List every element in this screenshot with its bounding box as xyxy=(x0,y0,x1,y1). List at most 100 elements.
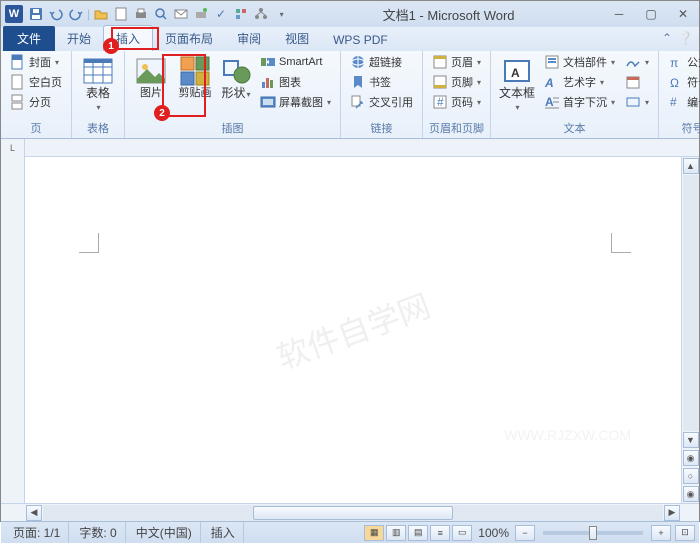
view-outline[interactable]: ≡ xyxy=(430,525,450,541)
screenshot-button[interactable]: 屏幕截图▾ xyxy=(257,93,334,111)
margin-corner-tr xyxy=(611,233,631,253)
qat-customize-icon[interactable]: ▾ xyxy=(272,5,290,23)
quickparts-icon xyxy=(544,54,560,70)
view-web[interactable]: ▤ xyxy=(408,525,428,541)
datetime-button[interactable] xyxy=(622,73,652,91)
new-icon[interactable] xyxy=(112,5,130,23)
scroll-down-button[interactable]: ▼ xyxy=(683,432,699,448)
quick-access-toolbar: | ✓ ▾ xyxy=(27,5,290,23)
tools-icon[interactable] xyxy=(232,5,250,23)
footer-button[interactable]: 页脚▾ xyxy=(429,73,484,91)
scroll-h-track[interactable] xyxy=(43,505,663,521)
status-mode[interactable]: 插入 xyxy=(203,522,244,543)
chart-button[interactable]: 图表 xyxy=(257,73,334,91)
svg-text:A: A xyxy=(544,76,554,90)
tab-review[interactable]: 审阅 xyxy=(225,26,273,51)
title-bar: W | ✓ ▾ 文档1 - Microsoft Word ─ ▢ ✕ xyxy=(1,1,699,27)
dropcap-button[interactable]: A首字下沉▾ xyxy=(541,93,618,111)
email-icon[interactable] xyxy=(172,5,190,23)
object-button[interactable]: ▾ xyxy=(622,93,652,111)
cover-page-button[interactable]: 封面▾ xyxy=(7,53,65,71)
svg-text:A: A xyxy=(545,95,554,109)
quickprint-icon[interactable] xyxy=(192,5,210,23)
ruler-vertical[interactable] xyxy=(1,157,25,503)
clipart-button[interactable]: 剪贴画 xyxy=(175,53,215,102)
svg-text:A: A xyxy=(511,66,520,80)
scroll-right-button[interactable]: ▶ xyxy=(664,505,680,521)
scroll-track[interactable] xyxy=(683,175,699,431)
status-page[interactable]: 页面: 1/1 xyxy=(5,522,69,543)
org-icon[interactable] xyxy=(252,5,270,23)
tab-home[interactable]: 开始 xyxy=(55,26,103,51)
hyperlink-button[interactable]: 超链接 xyxy=(347,53,416,71)
minimize-button[interactable]: ─ xyxy=(607,5,631,23)
zoom-thumb[interactable] xyxy=(589,526,597,540)
shapes-button[interactable]: 形状▾ xyxy=(219,53,253,103)
picture-button[interactable]: 图片 xyxy=(131,53,171,102)
zoom-out-button[interactable]: − xyxy=(515,525,535,541)
header-button[interactable]: 页眉▾ xyxy=(429,53,484,71)
clipart-icon xyxy=(179,55,211,87)
next-page-button[interactable]: ◉ xyxy=(683,486,699,502)
qat-sep: | xyxy=(87,7,90,21)
zoom-value[interactable]: 100% xyxy=(478,526,509,540)
tab-file[interactable]: 文件 xyxy=(3,26,55,51)
view-fullscreen[interactable]: ▥ xyxy=(386,525,406,541)
page[interactable] xyxy=(75,177,635,497)
svg-text:π: π xyxy=(670,56,678,70)
scroll-left-button[interactable]: ◀ xyxy=(26,505,42,521)
signature-button[interactable]: ▾ xyxy=(622,53,652,71)
group-symbols: π公式▾ Ω符号▾ #编号 符号 xyxy=(659,51,700,138)
scrollbar-horizontal[interactable]: ◀ ▶ xyxy=(1,503,699,521)
symbol-button[interactable]: Ω符号▾ xyxy=(665,73,700,91)
browse-object-button[interactable]: ○ xyxy=(683,468,699,484)
redo-icon[interactable] xyxy=(67,5,85,23)
symbol-icon: Ω xyxy=(668,74,684,90)
page-break-button[interactable]: 分页 xyxy=(7,93,65,111)
save-icon[interactable] xyxy=(27,5,45,23)
open-icon[interactable] xyxy=(92,5,110,23)
quickparts-button[interactable]: 文档部件▾ xyxy=(541,53,618,71)
zoom-in-button[interactable]: + xyxy=(651,525,671,541)
status-lang[interactable]: 中文(中国) xyxy=(128,522,201,543)
close-button[interactable]: ✕ xyxy=(671,5,695,23)
tab-layout[interactable]: 页面布局 xyxy=(153,26,225,51)
view-draft[interactable]: ▭ xyxy=(452,525,472,541)
status-words[interactable]: 字数: 0 xyxy=(71,522,125,543)
prev-page-button[interactable]: ◉ xyxy=(683,450,699,466)
bookmark-button[interactable]: 书签 xyxy=(347,73,416,91)
scroll-up-button[interactable]: ▲ xyxy=(683,158,699,174)
print-icon[interactable] xyxy=(132,5,150,23)
document-scroll[interactable]: 软件自学网 WWW.RJZXW.COM xyxy=(25,157,681,503)
tab-view[interactable]: 视图 xyxy=(273,26,321,51)
scrollbar-vertical[interactable]: ▲ ▼ ◉ ○ ◉ xyxy=(681,157,699,503)
app-icon[interactable]: W xyxy=(5,5,23,23)
help-icon[interactable]: ❔ xyxy=(678,31,693,45)
maximize-button[interactable]: ▢ xyxy=(639,5,663,23)
spelling-icon[interactable]: ✓ xyxy=(212,5,230,23)
blank-page-button[interactable]: 空白页 xyxy=(7,73,65,91)
pagenum-button[interactable]: #页码▾ xyxy=(429,93,484,111)
view-print-layout[interactable]: ▦ xyxy=(364,525,384,541)
zoom-slider[interactable] xyxy=(543,531,643,535)
smartart-icon xyxy=(260,54,276,70)
crossref-button[interactable]: 交叉引用 xyxy=(347,93,416,111)
number-icon: # xyxy=(668,94,684,110)
dropcap-icon: A xyxy=(544,94,560,110)
zoom-fit-button[interactable]: ⊡ xyxy=(675,525,695,541)
textbox-button[interactable]: A 文本框▾ xyxy=(497,53,537,116)
watermark-url: WWW.RJZXW.COM xyxy=(504,427,631,443)
table-button[interactable]: 表格▾ xyxy=(78,53,118,116)
undo-icon[interactable] xyxy=(47,5,65,23)
smartart-button[interactable]: SmartArt xyxy=(257,53,334,71)
ruler-corner[interactable]: L xyxy=(1,139,25,157)
tab-help-area: ⌃ ❔ xyxy=(662,31,693,45)
group-label: 符号 xyxy=(665,118,700,138)
tab-wpspdf[interactable]: WPS PDF xyxy=(321,29,400,51)
ruler-horizontal[interactable]: L 24681012141618202224262830323436384042… xyxy=(1,139,699,157)
equation-button[interactable]: π公式▾ xyxy=(665,53,700,71)
preview-icon[interactable] xyxy=(152,5,170,23)
ribbon-minimize-icon[interactable]: ⌃ xyxy=(662,31,672,45)
wordart-button[interactable]: A艺术字▾ xyxy=(541,73,618,91)
number-button[interactable]: #编号 xyxy=(665,93,700,111)
